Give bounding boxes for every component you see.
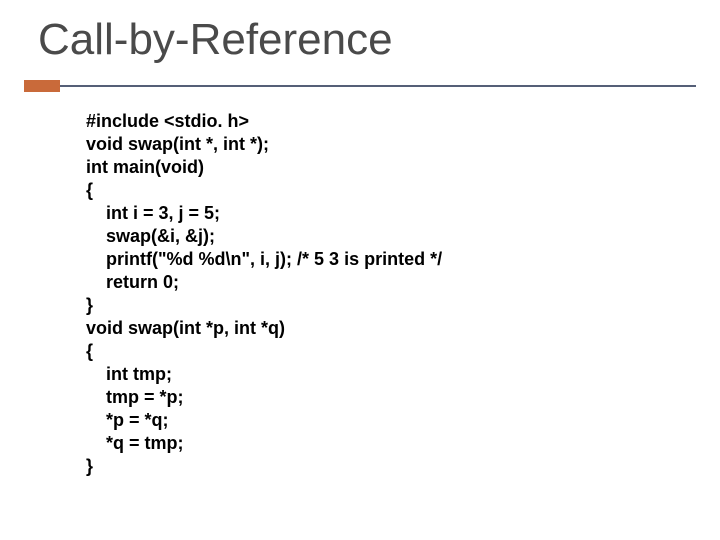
code-block: #include <stdio. h> void swap(int *, int…	[86, 110, 680, 479]
accent-block	[24, 80, 60, 92]
slide: Call-by-Reference #include <stdio. h> vo…	[0, 0, 720, 540]
slide-title: Call-by-Reference	[0, 0, 720, 65]
horizontal-rule	[60, 85, 696, 87]
